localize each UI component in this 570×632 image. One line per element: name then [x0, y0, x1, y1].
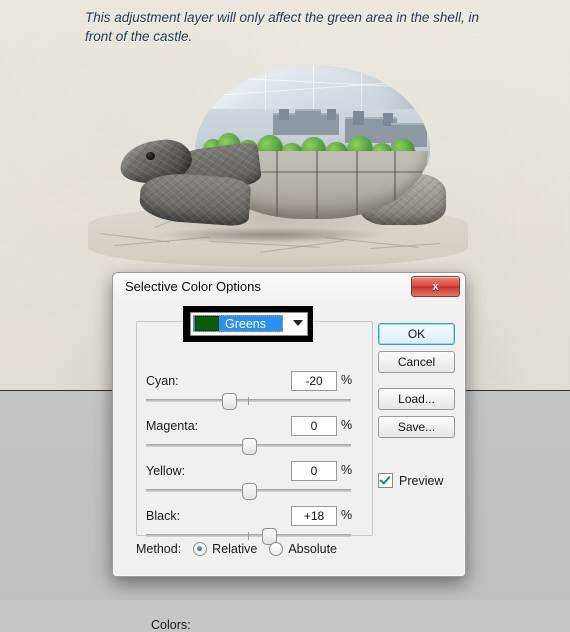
color-dropdown[interactable]: Greens	[190, 312, 308, 336]
method-option-relative[interactable]: Relative	[193, 542, 257, 556]
plate-divider	[276, 151, 278, 219]
black-percent-sign: %	[341, 508, 353, 522]
yellow-slider[interactable]	[146, 483, 351, 500]
cyan-value-field[interactable]: -20	[291, 371, 337, 391]
caption-text: This adjustment layer will only affect t…	[85, 10, 479, 44]
cyan-slider-thumb[interactable]	[222, 393, 237, 410]
yellow-label: Yellow:	[146, 464, 186, 478]
tortoise-shadow	[155, 227, 385, 243]
load-button[interactable]: Load...	[378, 388, 455, 410]
magenta-slider-thumb[interactable]	[242, 438, 257, 455]
yellow-percent-sign: %	[341, 463, 353, 477]
magenta-percent-sign: %	[341, 418, 353, 432]
dialog-body: Colors: Cyan: -20 % Magenta: 0 % Yellow:…	[113, 301, 465, 632]
cyan-slider[interactable]	[146, 393, 351, 410]
combo-selected-item[interactable]: Greens	[193, 315, 283, 332]
magenta-slider[interactable]	[146, 438, 351, 455]
color-label: Colors:	[151, 618, 191, 632]
radio-absolute-icon[interactable]	[269, 542, 284, 556]
shell-seam	[265, 67, 266, 111]
castle-tower	[327, 109, 336, 120]
slider-center-tick	[248, 397, 249, 405]
preview-label: Preview	[399, 473, 444, 488]
shell-seam	[224, 77, 395, 87]
method-absolute-label: Absolute	[288, 542, 337, 556]
shell-seam	[361, 67, 362, 111]
black-slider[interactable]	[146, 528, 351, 545]
cancel-button[interactable]: Cancel	[378, 351, 455, 373]
green-color-swatch	[195, 316, 219, 331]
preview-checkbox[interactable]	[378, 473, 393, 488]
ok-button[interactable]: OK	[378, 323, 455, 345]
yellow-slider-thumb[interactable]	[242, 483, 257, 500]
color-dropdown-value: Greens	[225, 316, 266, 331]
plate-divider	[356, 151, 358, 219]
slider-center-tick	[248, 532, 249, 540]
preview-row[interactable]: Preview	[378, 473, 443, 488]
plate-divider	[316, 151, 318, 219]
black-label: Black:	[146, 509, 181, 523]
castle-tower	[279, 109, 289, 120]
tortoise-castle-artwork	[60, 55, 480, 270]
dialog-title: Selective Color Options	[125, 279, 261, 294]
castle-tower	[353, 111, 364, 125]
method-label: Method:	[136, 542, 182, 556]
method-row: Method: Relative Absolute	[136, 542, 337, 556]
method-relative-label: Relative	[212, 542, 258, 556]
plate-divider	[394, 151, 396, 219]
magenta-label: Magenta:	[146, 419, 199, 433]
yellow-value-field[interactable]: 0	[291, 461, 337, 481]
radio-relative-icon[interactable]	[193, 542, 208, 556]
close-icon[interactable]: x	[411, 276, 460, 297]
tortoise-eye	[146, 152, 155, 160]
method-option-absolute[interactable]: Absolute	[269, 542, 337, 556]
dialog-titlebar[interactable]: Selective Color Options x	[113, 273, 465, 301]
chevron-down-icon[interactable]	[293, 320, 303, 326]
cyan-label: Cyan:	[146, 374, 179, 388]
save-button[interactable]: Save...	[378, 416, 455, 438]
black-value-field[interactable]: +18	[291, 506, 337, 526]
cyan-percent-sign: %	[341, 373, 353, 387]
shell-seam	[313, 65, 314, 109]
castle-wall	[295, 109, 321, 121]
magenta-value-field[interactable]: 0	[291, 416, 337, 436]
